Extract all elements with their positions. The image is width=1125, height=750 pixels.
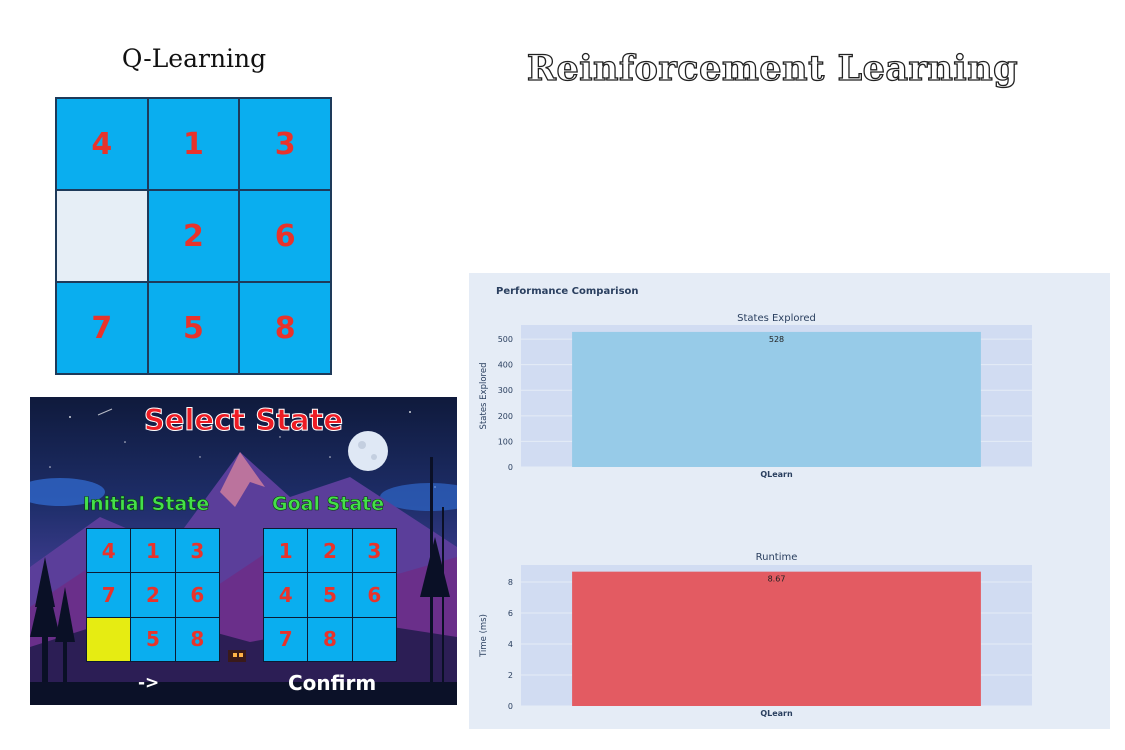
- x-tick-label: QLearn: [760, 709, 793, 718]
- y-tick-label: 4: [508, 640, 513, 649]
- y-axis-label: States Explored: [479, 363, 489, 430]
- goal-state-grid: 1 2 3 4 5 6 7 8: [263, 528, 397, 662]
- y-tick-label: 6: [508, 609, 513, 618]
- algorithm-title: Q-Learning: [121, 44, 267, 73]
- y-tick-label: 0: [508, 463, 513, 472]
- chart-svg: Performance Comparison States Explored 0 1…: [479, 286, 1032, 718]
- performance-chart: Performance Comparison States Explored 0 1…: [469, 273, 1110, 729]
- subplot-title: Runtime: [756, 552, 798, 563]
- board-tile: 7: [57, 283, 147, 373]
- y-tick-label: 400: [498, 361, 513, 370]
- initial-tile[interactable]: 1: [131, 529, 175, 573]
- y-tick-label: 0: [508, 702, 513, 711]
- goal-tile[interactable]: 3: [352, 529, 396, 573]
- arrow-button[interactable]: ->: [138, 673, 159, 693]
- goal-tile[interactable]: 8: [308, 617, 352, 661]
- x-tick-label: QLearn: [760, 470, 793, 479]
- goal-tile[interactable]: 5: [308, 573, 352, 617]
- y-tick-label: 500: [498, 335, 513, 344]
- goal-tile[interactable]: 7: [264, 617, 308, 661]
- initial-state-grid: 4 1 3 7 2 6 5 8: [86, 528, 220, 662]
- goal-tile[interactable]: 4: [264, 573, 308, 617]
- goal-state-label: Goal State: [272, 493, 385, 516]
- initial-tile[interactable]: 8: [175, 617, 219, 661]
- board-tile: 1: [148, 99, 239, 189]
- initial-state-label: Initial State: [83, 493, 210, 516]
- select-state-panel: Select State Initial State Goal State 4 …: [30, 397, 457, 705]
- y-tick-label: 200: [498, 412, 513, 421]
- bar: [572, 331, 981, 467]
- puzzle-board: 4 1 3 2 6 7 5 8: [55, 97, 332, 375]
- goal-tile[interactable]: 1: [264, 529, 308, 573]
- goal-tile[interactable]: 2: [308, 529, 352, 573]
- board-tile: 6: [240, 191, 330, 281]
- y-tick-label: 8: [508, 578, 513, 587]
- goal-tile[interactable]: 6: [352, 573, 396, 617]
- y-axis-label: Time (ms): [479, 614, 489, 658]
- initial-tile[interactable]: 4: [87, 529, 131, 573]
- board-tile: 2: [148, 191, 239, 281]
- initial-tile[interactable]: 5: [131, 617, 175, 661]
- initial-tile[interactable]: 3: [175, 529, 219, 573]
- initial-tile-selected[interactable]: [87, 617, 131, 661]
- bar: [572, 571, 981, 706]
- data-label: 528: [769, 335, 784, 344]
- board-tile: 3: [240, 99, 330, 189]
- select-state-title: Select State: [143, 403, 344, 438]
- initial-tile[interactable]: 7: [87, 573, 131, 617]
- board-tile: 4: [57, 99, 147, 189]
- page-title: Reinforcement Learning: [526, 47, 1019, 89]
- y-tick-label: 300: [498, 386, 513, 395]
- initial-tile[interactable]: 2: [131, 573, 175, 617]
- subplot-title: States Explored: [737, 313, 816, 324]
- board-tile: 5: [148, 283, 239, 373]
- y-tick-label: 100: [498, 437, 513, 446]
- y-tick-label: 2: [508, 671, 513, 680]
- goal-tile[interactable]: [352, 617, 396, 661]
- chart-title: Performance Comparison: [496, 286, 639, 297]
- initial-tile[interactable]: 6: [175, 573, 219, 617]
- data-label: 8.67: [768, 575, 786, 584]
- confirm-button[interactable]: Confirm: [288, 671, 376, 695]
- board-tile-empty: [57, 191, 147, 281]
- board-tile: 8: [240, 283, 330, 373]
